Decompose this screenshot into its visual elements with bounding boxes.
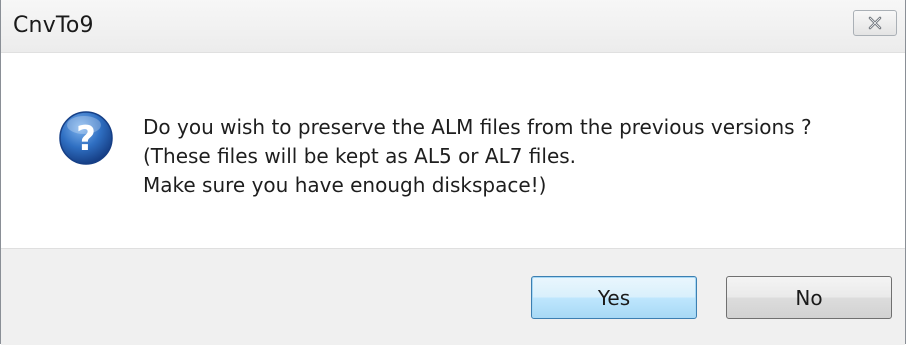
dialog-window: CnvTo9 ? Do you wish to preserve the ALM…	[0, 0, 906, 345]
question-icon: ?	[59, 111, 113, 165]
message-text: Do you wish to preserve the ALM files fr…	[143, 113, 812, 200]
svg-text:?: ?	[76, 119, 96, 159]
close-icon	[868, 16, 882, 30]
button-bar: Yes No	[1, 248, 905, 345]
window-title: CnvTo9	[13, 13, 94, 38]
close-button[interactable]	[853, 10, 897, 36]
yes-button[interactable]: Yes	[531, 276, 697, 319]
no-button[interactable]: No	[726, 276, 892, 319]
dialog-content: ? Do you wish to preserve the ALM files …	[1, 53, 905, 248]
message-line: Do you wish to preserve the ALM files fr…	[143, 115, 812, 139]
title-bar[interactable]: CnvTo9	[1, 0, 905, 53]
message-line: (These files will be kept as AL5 or AL7 …	[143, 144, 577, 168]
message-line: Make sure you have enough diskspace!)	[143, 173, 547, 197]
